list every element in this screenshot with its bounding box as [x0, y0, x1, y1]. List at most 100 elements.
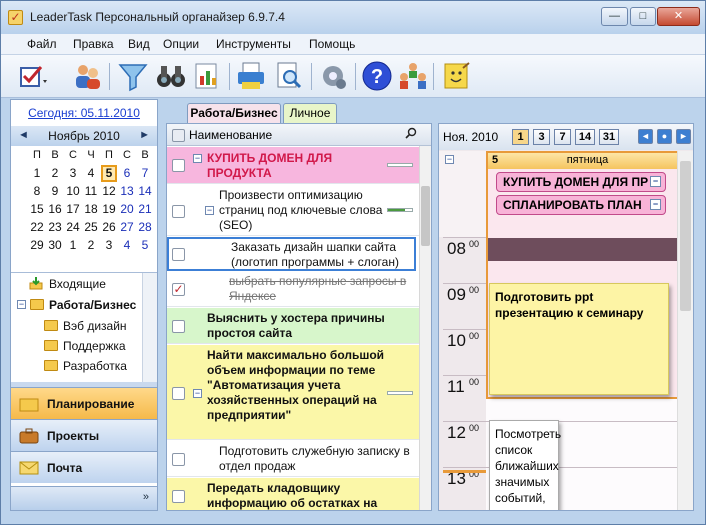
people-group-icon[interactable] — [397, 60, 429, 92]
calendar-day[interactable]: 30 — [47, 237, 63, 254]
menu-edit[interactable]: Правка — [73, 37, 114, 51]
task-checkbox[interactable] — [172, 490, 185, 503]
task-row[interactable]: − Найти максимально большой объем информ… — [167, 345, 431, 440]
folder-support[interactable]: Поддержка — [63, 339, 126, 353]
search-icon[interactable] — [405, 127, 417, 139]
calendar-day[interactable]: 19 — [101, 201, 117, 218]
tasks-check-icon[interactable] — [17, 60, 49, 92]
calendar-day[interactable]: 12 — [101, 183, 117, 200]
task-checkbox[interactable] — [172, 205, 185, 218]
calendar-next-arrow-icon[interactable]: ► — [139, 129, 150, 141]
task-checkbox[interactable] — [172, 248, 185, 261]
day-view-scrollbar[interactable] — [677, 151, 693, 510]
calendar-day[interactable]: 15 — [29, 201, 45, 218]
all-day-event[interactable]: СПЛАНИРОВАТЬ ПЛАН − — [496, 195, 666, 215]
nav-projects-button[interactable]: Проекты — [11, 419, 157, 451]
task-checkbox[interactable] — [172, 387, 185, 400]
task-list-scrollbar[interactable] — [419, 146, 431, 510]
folder-development[interactable]: Разработка — [63, 359, 127, 373]
calendar-day[interactable]: 3 — [65, 165, 81, 182]
minimize-button[interactable]: — — [601, 7, 628, 26]
help-icon[interactable]: ? — [361, 60, 393, 92]
calendar-day[interactable]: 16 — [47, 201, 63, 218]
folder-inbox[interactable]: Входящие — [49, 277, 106, 291]
calendar-day[interactable]: 27 — [119, 219, 135, 236]
calendar-day[interactable]: 25 — [83, 219, 99, 236]
menu-file[interactable]: Файл — [27, 37, 57, 51]
view-14-days-button[interactable]: 14 — [575, 129, 595, 145]
collapse-icon[interactable]: − — [193, 154, 202, 163]
sticky-note[interactable]: Посмотреть список ближайших значимых соб… — [489, 420, 561, 510]
calendar-day[interactable]: 18 — [83, 201, 99, 218]
calendar-day[interactable]: 29 — [29, 237, 45, 254]
next-period-icon[interactable]: ► — [676, 129, 691, 144]
task-checkbox[interactable] — [172, 159, 185, 172]
calendar-day[interactable]: 2 — [83, 237, 99, 254]
task-checkbox-checked[interactable]: ✓ — [172, 283, 185, 296]
collapse-icon[interactable]: − — [445, 155, 454, 164]
close-button[interactable]: ✕ — [657, 7, 700, 26]
calendar-day[interactable]: 23 — [47, 219, 63, 236]
collapse-icon[interactable]: − — [17, 300, 26, 309]
collapse-icon[interactable]: − — [193, 389, 202, 398]
calendar-day[interactable]: 5 — [137, 237, 153, 254]
select-all-checkbox[interactable] — [172, 129, 185, 142]
calendar-day[interactable]: 7 — [137, 165, 153, 182]
task-row-selected[interactable]: Заказать дизайн шапки сайта (логотип про… — [167, 237, 416, 271]
calendar-day[interactable]: 11 — [83, 183, 99, 200]
task-row[interactable]: − КУПИТЬ ДОМЕН ДЛЯ ПРОДУКТА — [167, 147, 431, 184]
maximize-button[interactable]: □ — [630, 7, 656, 26]
nav-mail-button[interactable]: Почта — [11, 451, 157, 483]
calendar-day[interactable]: 22 — [29, 219, 45, 236]
collapse-icon[interactable]: − — [650, 199, 661, 210]
today-period-icon[interactable]: ● — [657, 129, 672, 144]
calendar-day[interactable]: 3 — [101, 237, 117, 254]
binoculars-icon[interactable] — [155, 60, 187, 92]
scroll-thumb[interactable] — [680, 161, 691, 311]
folder-web-design[interactable]: Вэб дизайн — [63, 319, 127, 333]
tab-personal[interactable]: Личное — [283, 103, 337, 123]
menu-tools[interactable]: Инструменты — [216, 37, 291, 51]
task-row[interactable]: Подготовить служебную записку в отдел пр… — [167, 441, 431, 477]
report-icon[interactable] — [191, 60, 223, 92]
preview-icon[interactable] — [273, 60, 305, 92]
today-link[interactable]: Сегодня: 05.11.2010 — [11, 100, 157, 126]
calendar-day[interactable]: 20 — [119, 201, 135, 218]
calendar-day[interactable]: 4 — [119, 237, 135, 254]
menu-help[interactable]: Помощь — [309, 37, 355, 51]
folder-scrollbar[interactable] — [142, 273, 157, 385]
calendar-day[interactable]: 28 — [137, 219, 153, 236]
task-row[interactable]: − Произвести оптимизацию страниц под клю… — [167, 184, 431, 236]
calendar-day[interactable]: 24 — [65, 219, 81, 236]
scroll-thumb[interactable] — [421, 186, 430, 246]
sticky-note-icon[interactable] — [441, 60, 473, 92]
chevron-more-icon[interactable]: » — [143, 491, 149, 503]
view-31-days-button[interactable]: 31 — [599, 129, 619, 145]
task-checkbox[interactable] — [172, 320, 185, 333]
calendar-day[interactable]: 13 — [119, 183, 135, 200]
calendar-day[interactable]: 21 — [137, 201, 153, 218]
printer-icon[interactable] — [235, 60, 267, 92]
menu-options[interactable]: Опции — [163, 37, 199, 51]
calendar-day[interactable]: 2 — [47, 165, 63, 182]
calendar-day[interactable]: 8 — [29, 183, 45, 200]
users-icon[interactable] — [71, 60, 103, 92]
busy-time-block[interactable] — [488, 238, 687, 261]
task-row[interactable]: Передать кладовщику информацию об остатк… — [167, 478, 431, 510]
collapse-icon[interactable]: − — [650, 176, 661, 187]
view-3-days-button[interactable]: 3 — [533, 129, 550, 145]
calendar-day[interactable]: 1 — [29, 165, 45, 182]
calendar-day[interactable]: 26 — [101, 219, 117, 236]
calendar-day[interactable]: 4 — [83, 165, 99, 182]
calendar-day[interactable]: 17 — [65, 201, 81, 218]
task-checkbox[interactable] — [172, 453, 185, 466]
calendar-day[interactable]: 9 — [47, 183, 63, 200]
view-7-days-button[interactable]: 7 — [554, 129, 571, 145]
tab-work[interactable]: Работа/Бизнес — [187, 103, 281, 123]
nav-planning-button[interactable]: Планирование — [11, 387, 157, 419]
calendar-day[interactable]: 6 — [119, 165, 135, 182]
calendar-day[interactable]: 5 — [101, 165, 117, 182]
calendar-day[interactable]: 1 — [65, 237, 81, 254]
title-bar[interactable]: ✓ LeaderTask Персональный органайзер 6.9… — [1, 1, 705, 34]
calendar-day[interactable]: 10 — [65, 183, 81, 200]
